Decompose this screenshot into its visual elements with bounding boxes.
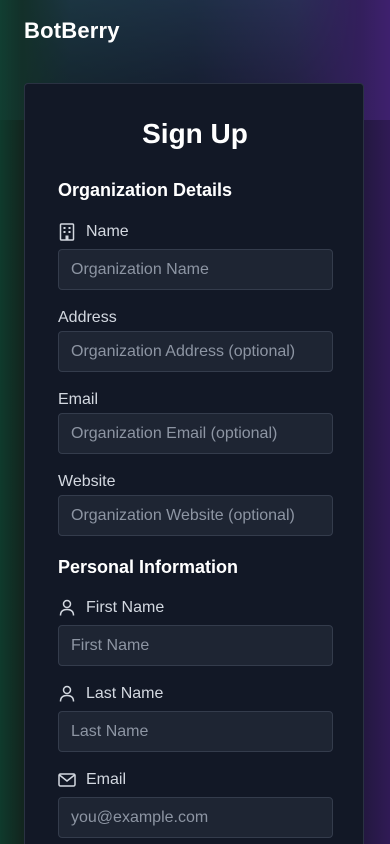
- page-title: Sign Up: [142, 118, 248, 149]
- last-name-label: Last Name: [58, 684, 163, 704]
- personal-email-input[interactable]: [58, 797, 333, 838]
- personal-information-heading: Personal Information: [58, 557, 239, 577]
- org-address-label: Address: [58, 309, 117, 326]
- org-name-label-text: Name: [86, 223, 129, 240]
- organization-website-input[interactable]: [58, 495, 333, 536]
- last-name-input[interactable]: [58, 711, 333, 752]
- organization-name-input[interactable]: [58, 249, 333, 290]
- first-name-input[interactable]: [58, 625, 333, 666]
- first-name-label: First Name: [58, 598, 164, 618]
- brand-logo-text[interactable]: BotBerry: [24, 18, 120, 44]
- user-icon: [58, 599, 76, 617]
- organization-address-input[interactable]: [58, 331, 333, 372]
- signup-card: Sign Up Organization Details Name Addres…: [24, 83, 364, 844]
- organization-details-heading: Organization Details: [58, 180, 233, 200]
- organization-email-input[interactable]: [58, 413, 333, 454]
- org-website-label: Website: [58, 473, 116, 490]
- org-email-label: Email: [58, 391, 99, 408]
- user-icon: [58, 685, 76, 703]
- last-name-label-text: Last Name: [86, 685, 164, 702]
- mail-icon: [58, 771, 76, 789]
- personal-email-label-text: Email: [86, 771, 127, 788]
- first-name-label-text: First Name: [86, 599, 165, 616]
- building-icon: [58, 223, 76, 241]
- personal-email-label: Email: [58, 770, 126, 790]
- org-name-label: Name: [58, 222, 129, 242]
